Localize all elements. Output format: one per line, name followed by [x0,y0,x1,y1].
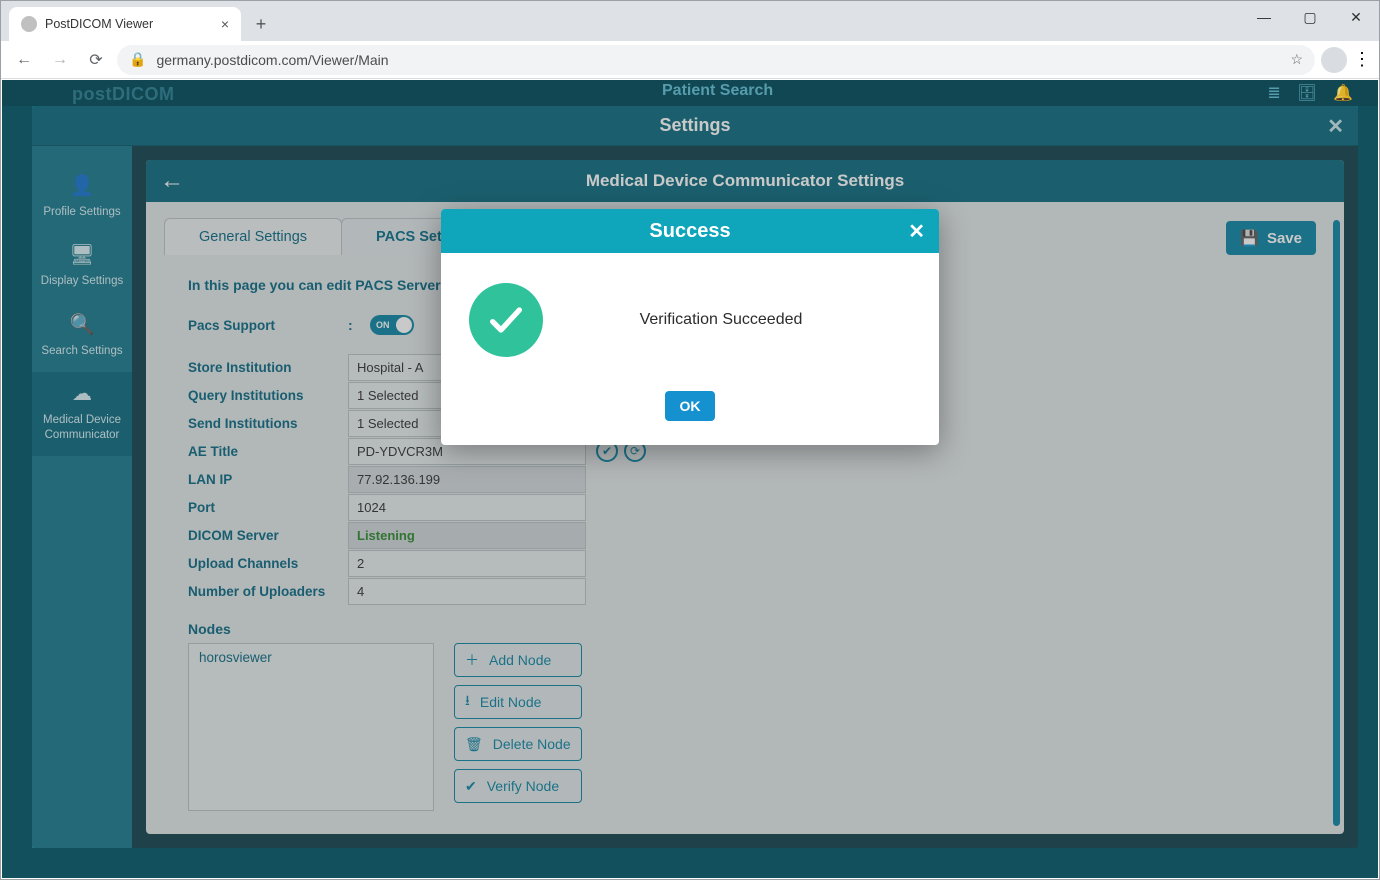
omnibox[interactable]: 🔒 germany.postdicom.com/Viewer/Main ☆ [117,45,1315,75]
dialog-message: Verification Succeeded [571,311,911,329]
new-tab-button[interactable]: + [247,10,275,38]
lock-icon: 🔒 [129,51,146,68]
list-icon: ≣ [1267,83,1280,103]
profile-avatar[interactable] [1321,47,1347,73]
bell-icon: 🔔 [1333,83,1353,103]
nav-reload-icon[interactable]: ⟳ [81,45,111,75]
window-close[interactable]: ✕ [1333,1,1379,33]
window-minimize[interactable]: — [1241,1,1287,33]
address-bar: ← → ⟳ 🔒 germany.postdicom.com/Viewer/Mai… [1,41,1379,79]
tab-favicon [21,16,37,32]
storage-icon: 🗄 [1297,83,1317,103]
success-check-icon [469,283,543,357]
browser-tab[interactable]: PostDICOM Viewer × [9,7,241,41]
dialog-header: Success ✕ [441,209,939,253]
window-controls: — ▢ ✕ [1241,1,1379,33]
browser-window: — ▢ ✕ PostDICOM Viewer × + ← → ⟳ 🔒 germa… [0,0,1380,880]
success-dialog: Success ✕ Verification Succeeded OK [441,209,939,445]
tab-strip: PostDICOM Viewer × + [1,1,1379,41]
dialog-ok-button[interactable]: OK [665,391,715,421]
url-text: germany.postdicom.com/Viewer/Main [156,52,388,68]
dialog-close-icon[interactable]: ✕ [908,219,925,244]
window-maximize[interactable]: ▢ [1287,1,1333,33]
page-viewport: postDICOM Patient Search ≣ 🗄 🔔 Settings … [2,80,1378,878]
star-icon[interactable]: ☆ [1290,51,1303,68]
tab-title: PostDICOM Viewer [45,17,153,31]
app-logo: postDICOM [72,84,175,105]
app-header-icons: ≣ 🗄 🔔 [1267,83,1353,103]
app-page-title: Patient Search [662,82,773,100]
tab-close-icon[interactable]: × [221,16,229,32]
nav-forward-icon[interactable]: → [45,45,75,75]
nav-back-icon[interactable]: ← [9,45,39,75]
app-header-ghost: postDICOM Patient Search ≣ 🗄 🔔 [2,80,1378,106]
dialog-title: Success [649,220,730,243]
browser-menu-icon[interactable]: ⋮ [1353,49,1371,70]
